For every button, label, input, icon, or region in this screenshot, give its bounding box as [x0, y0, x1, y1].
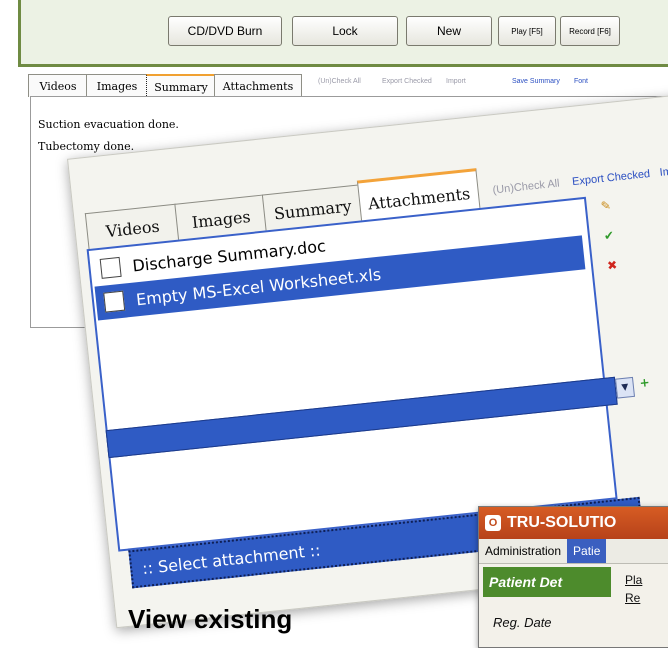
tru-solutions-window: O TRU-SOLUTIO Administration Patie Patie…: [478, 506, 668, 648]
check-icon[interactable]: ✔: [601, 228, 616, 243]
add-icon[interactable]: +: [637, 375, 652, 390]
window-title: TRU-SOLUTIO: [507, 514, 617, 531]
attachment-checkbox[interactable]: [99, 256, 122, 279]
edit-icon[interactable]: ✎: [598, 198, 613, 213]
menu-item-administration[interactable]: Administration: [479, 544, 567, 558]
attachment-checkbox[interactable]: [103, 290, 126, 313]
caption-text: View existing: [128, 604, 293, 634]
nav-link[interactable]: Pla: [625, 573, 642, 587]
menu-bar: Administration Patie: [479, 539, 668, 564]
app-logo-icon: O: [485, 515, 501, 531]
dropdown-arrow-icon[interactable]: ▼: [615, 376, 636, 399]
nav-link[interactable]: Re: [625, 591, 640, 605]
import-link[interactable]: Import: [659, 164, 668, 179]
patient-details-header[interactable]: Patient Det: [483, 567, 611, 597]
reg-date-label: Reg. Date: [493, 615, 552, 630]
menu-item-patient[interactable]: Patie: [567, 539, 607, 563]
delete-icon[interactable]: ✖: [604, 258, 619, 273]
window-title-bar: O TRU-SOLUTIO: [479, 507, 668, 539]
